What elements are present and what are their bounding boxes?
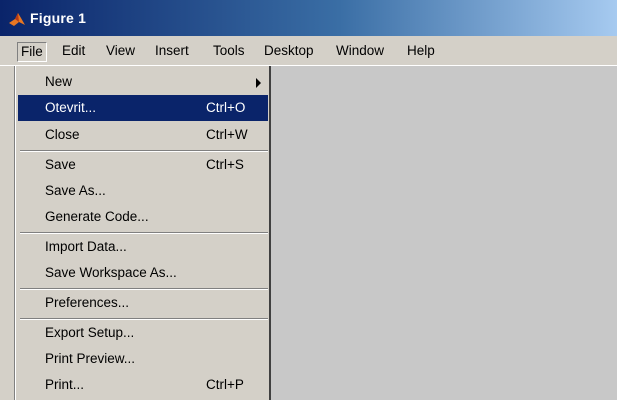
figure-canvas[interactable] (270, 66, 617, 400)
menu-item-close-shortcut: Ctrl+W (206, 127, 248, 142)
menu-window[interactable]: Window (333, 42, 387, 62)
menu-item-new-label: New (45, 74, 73, 89)
menu-edit-label: Edit (62, 43, 86, 58)
menu-item-close-label: Close (45, 127, 80, 142)
menu-item-print-label: Print... (45, 377, 85, 392)
window-frame-left (0, 66, 15, 400)
menu-help[interactable]: Help (404, 42, 438, 62)
menu-item-close[interactable]: Close Ctrl+W (18, 122, 268, 148)
menu-item-generate-code-label: Generate Code... (45, 209, 149, 224)
menu-desktop[interactable]: Desktop (261, 42, 317, 62)
menu-item-print-shortcut: Ctrl+P (206, 377, 244, 392)
title-bar[interactable]: Figure 1 (0, 0, 617, 36)
file-dropdown-menu: New Otevrit... Ctrl+O Close Ctrl+W Save … (15, 66, 271, 400)
menu-item-save-workspace-as-label: Save Workspace As... (45, 265, 177, 280)
menu-desktop-label: Desktop (264, 43, 314, 58)
menu-item-save-as-label: Save As... (45, 183, 106, 198)
menu-tools-label: Tools (213, 43, 245, 58)
menu-item-save-label: Save (45, 157, 76, 172)
menu-item-preferences-label: Preferences... (45, 295, 130, 310)
matlab-logo-icon (9, 13, 25, 26)
menu-item-import-data-label: Import Data... (45, 239, 127, 254)
menu-item-save-workspace-as[interactable]: Save Workspace As... (18, 260, 268, 286)
menu-help-label: Help (407, 43, 435, 58)
menu-item-print-preview[interactable]: Print Preview... (18, 346, 268, 372)
window-title: Figure 1 (30, 10, 87, 26)
menu-item-new[interactable]: New (18, 69, 268, 95)
menu-view[interactable]: View (103, 42, 138, 62)
menu-item-open-label: Otevrit... (45, 100, 97, 115)
menu-file[interactable]: File (17, 42, 47, 62)
menu-item-save-as[interactable]: Save As... (18, 178, 268, 204)
menu-edit[interactable]: Edit (59, 42, 88, 62)
submenu-arrow-icon (256, 78, 261, 88)
menu-view-label: View (106, 43, 136, 58)
menu-item-save[interactable]: Save Ctrl+S (18, 152, 268, 178)
menu-item-preferences[interactable]: Preferences... (18, 290, 268, 316)
menu-insert-label: Insert (155, 43, 189, 58)
menu-item-export-setup[interactable]: Export Setup... (18, 320, 268, 346)
menu-item-open-shortcut: Ctrl+O (206, 100, 246, 115)
menu-item-print-preview-label: Print Preview... (45, 351, 136, 366)
menu-item-save-shortcut: Ctrl+S (206, 157, 244, 172)
menu-item-import-data[interactable]: Import Data... (18, 234, 268, 260)
menu-item-export-setup-label: Export Setup... (45, 325, 135, 340)
menu-item-print[interactable]: Print... Ctrl+P (18, 372, 268, 398)
menu-item-open[interactable]: Otevrit... Ctrl+O (18, 95, 268, 121)
menu-file-label: File (21, 44, 43, 59)
menu-tools[interactable]: Tools (210, 42, 248, 62)
menu-item-generate-code[interactable]: Generate Code... (18, 204, 268, 230)
menu-window-label: Window (336, 43, 385, 58)
menu-insert[interactable]: Insert (152, 42, 192, 62)
menu-bar: File Edit View Insert Tools Desktop Wind… (0, 36, 617, 66)
